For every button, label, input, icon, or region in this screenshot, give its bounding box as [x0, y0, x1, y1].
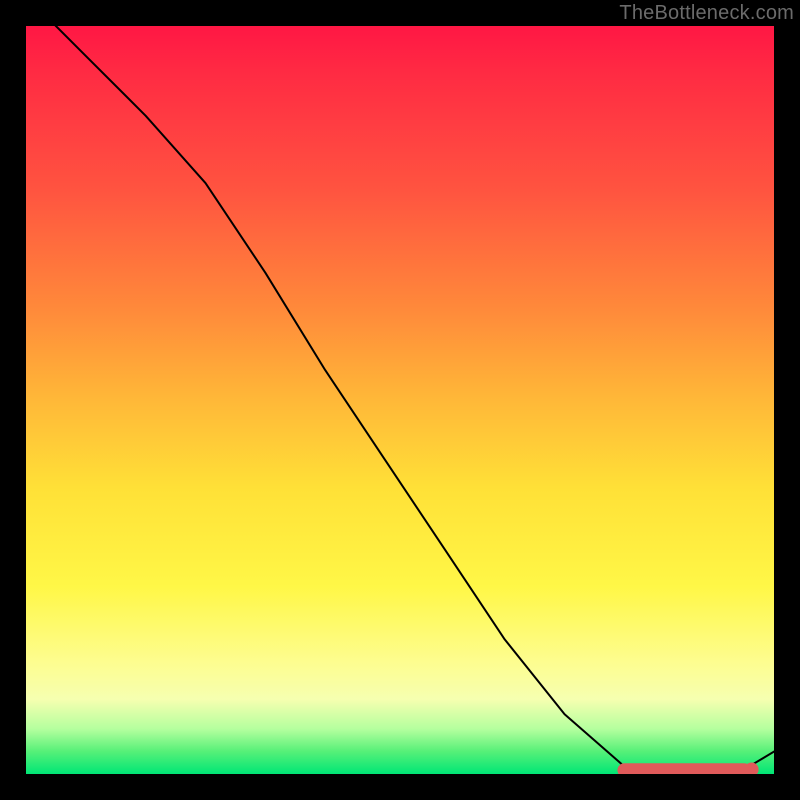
chart-svg [26, 26, 774, 774]
plot-area [26, 26, 774, 774]
bottleneck-curve [26, 26, 774, 770]
watermark-label: TheBottleneck.com [619, 2, 794, 25]
chart-frame: TheBottleneck.com [0, 0, 800, 800]
